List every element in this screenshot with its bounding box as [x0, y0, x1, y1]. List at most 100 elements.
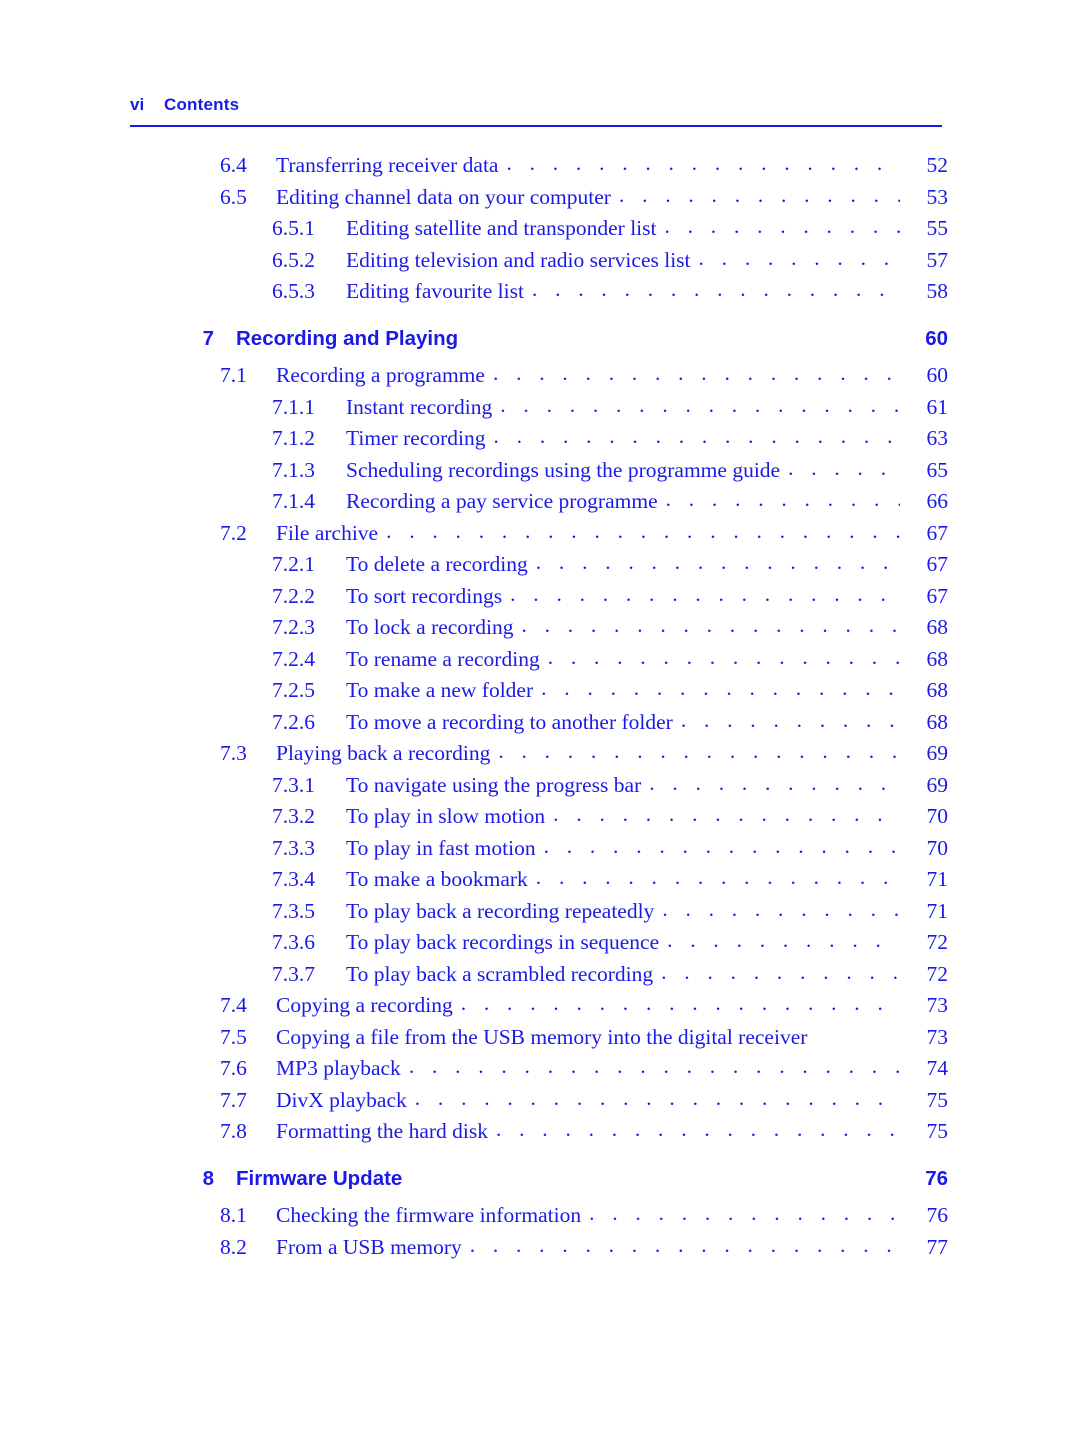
toc-entry[interactable]: 6.5.2 Editing television and radio servic… — [130, 247, 949, 272]
toc-entry[interactable]: 7.4 Copying a recording 73 — [130, 993, 949, 1017]
toc-entry[interactable]: 7.1.1 Instant recording 61 — [130, 394, 948, 419]
toc-entry-title: Copying a file from the USB memory into … — [276, 1024, 808, 1049]
toc-leader-dots — [470, 1235, 900, 1257]
toc-entry-title: To navigate using the progress bar — [346, 772, 642, 797]
toc-leader-dots — [541, 678, 900, 700]
toc-entry-number: 7.3.6 — [272, 930, 315, 954]
toc-entry-title: Instant recording — [346, 394, 493, 419]
toc-entry[interactable]: 7.3.5 To play back a recording repeatedly… — [130, 898, 949, 923]
toc-entry[interactable]: 8.1 Checking the firmware information 76 — [130, 1203, 949, 1227]
toc-entry-number: 7.3.1 — [272, 772, 315, 797]
toc-leader-dots — [521, 615, 900, 637]
toc-entry-title: Recording and Playing — [236, 326, 459, 350]
toc-entry-page: 67 — [926, 552, 949, 576]
toc-entry[interactable]: 7.1.4 Recording a pay service programme 66 — [130, 489, 948, 513]
toc-entry[interactable]: 7.3.3 To play in fast motion 70 — [130, 835, 949, 860]
toc-entry[interactable]: 7.5 Copying a file from the USB memory in… — [130, 1024, 949, 1049]
toc-entry-page: 73 — [926, 993, 949, 1017]
toc-entry-number: 7.1.3 — [272, 457, 315, 482]
toc-entry[interactable]: 7.3.6 To play back recordings in sequence… — [130, 930, 948, 954]
toc-leader-dots — [699, 248, 900, 270]
running-head-title: Contents — [164, 95, 240, 114]
toc-leader-dots — [681, 710, 900, 732]
toc-leader-dots — [409, 1056, 900, 1078]
toc-leader-dots — [665, 216, 901, 238]
toc-entry-number: 8 — [202, 1166, 214, 1190]
toc-entry-title: File archive — [276, 520, 379, 545]
toc-entry-title: To play in slow motion — [346, 804, 546, 828]
toc-entry-number: 8.1 — [220, 1203, 247, 1227]
toc-entry[interactable]: 7.2.1 To delete a recording 67 — [130, 552, 949, 576]
toc-entry[interactable]: 7.2.2 To sort recordings 67 — [130, 583, 949, 608]
toc-leader-dots — [662, 899, 900, 921]
toc-entry-number: 7.6 — [220, 1056, 247, 1080]
toc-entry[interactable]: 6.5.1 Editing satellite and transponder l… — [130, 216, 948, 240]
toc-entry-page: 57 — [926, 247, 949, 272]
toc-entry-title: DivX playback — [276, 1087, 407, 1112]
toc-entry-page: 67 — [926, 583, 949, 608]
toc-entry-number: 7.2.2 — [272, 583, 315, 608]
toc-entry[interactable]: 7.3.2 To play in slow motion 70 — [130, 804, 948, 828]
toc-entry[interactable]: 8.2 From a USB memory 77 — [130, 1234, 948, 1259]
toc-entry-page: 68 — [926, 646, 949, 671]
toc-entry-number: 7.2.6 — [272, 709, 315, 734]
toc-leader-dots — [500, 395, 900, 417]
toc-leader-dots — [536, 552, 900, 574]
toc-entry[interactable]: 7.2.6 To move a recording to another fold… — [130, 709, 948, 734]
toc-entry-page: 70 — [926, 835, 949, 860]
toc-entry[interactable]: 7.2 File archive 67 — [130, 520, 949, 545]
toc-entry[interactable]: 7.3.7 To play back a scrambled recording 7… — [130, 962, 948, 986]
toc-entry-number: 7.5 — [220, 1024, 247, 1049]
toc-leader-dots — [619, 185, 900, 207]
toc-entry[interactable]: 7.1.3 Scheduling recordings using the pro… — [130, 457, 948, 482]
toc-entry[interactable]: 7.6 MP3 playback 74 — [130, 1056, 948, 1080]
toc-entry[interactable]: 7.2.5 To make a new folder 68 — [130, 678, 948, 702]
toc-entry[interactable]: 7.3.1 To navigate using the progress bar 6… — [130, 772, 948, 797]
toc-entry[interactable]: 7.3.4 To make a bookmark 71 — [130, 867, 949, 891]
toc-entry[interactable]: 7.3 Playing back a recording 69 — [130, 741, 948, 765]
toc-entry-number: 7.3.4 — [272, 867, 315, 891]
toc-entry-page: 67 — [926, 520, 949, 545]
toc-entry[interactable]: 7.2.3 To lock a recording 68 — [130, 615, 948, 639]
toc-leader-dots — [506, 153, 900, 175]
toc-leader-dots — [661, 962, 900, 984]
toc-entry[interactable]: 6.5 Editing channel data on your computer… — [130, 185, 948, 209]
toc-entry-title: Timer recording — [346, 426, 486, 450]
toc-leader-dots — [493, 363, 900, 385]
toc-entry[interactable]: 6.5.3 Editing favourite list 58 — [130, 279, 948, 303]
toc-entry-number: 8.2 — [220, 1234, 247, 1259]
toc-entry-title: Recording a pay service programme — [346, 489, 658, 513]
toc-entry-title: Formatting the hard disk — [276, 1119, 488, 1143]
toc-entry-title: Editing television and radio services li… — [346, 247, 691, 272]
toc-entry-page: 76 — [926, 1203, 949, 1227]
toc-leader-dots — [544, 836, 900, 858]
toc-chapter-entry[interactable]: 8 Firmware Update 76 — [130, 1166, 948, 1190]
toc-entry[interactable]: 7.1 Recording a programme 60 — [130, 363, 949, 387]
toc-entry-number: 6.5.1 — [272, 216, 315, 240]
toc-entry-number: 7.2 — [220, 520, 247, 545]
toc-entry[interactable]: 7.7 DivX playback 75 — [130, 1087, 948, 1112]
toc-entry-page: 60 — [926, 363, 949, 387]
toc-leader-dots — [536, 867, 900, 889]
toc-entry-page: 71 — [926, 898, 949, 923]
toc-entry-page: 52 — [926, 153, 949, 177]
toc-entry[interactable]: 7.2.4 To rename a recording 68 — [130, 646, 949, 671]
toc-entry-title: From a USB memory — [276, 1234, 462, 1259]
toc-entry-page: 75 — [926, 1119, 949, 1143]
toc-entry-number: 7.2.1 — [272, 552, 315, 576]
toc-entry[interactable]: 7.8 Formatting the hard disk 75 — [130, 1119, 949, 1143]
toc-entry-number: 6.5.3 — [272, 279, 315, 303]
toc-entry-page: 71 — [926, 867, 949, 891]
toc-entry-number: 7 — [202, 326, 214, 350]
toc-leader-dots — [667, 930, 900, 952]
toc-entry-title: To make a new folder — [346, 678, 534, 702]
toc-entry-title: To lock a recording — [346, 615, 514, 639]
toc-chapter-entry[interactable]: 7 Recording and Playing 60 — [130, 326, 948, 350]
toc-entry-number: 6.4 — [220, 153, 247, 177]
toc-entry-page: 73 — [926, 1024, 949, 1049]
toc-entry-number: 7.3 — [220, 741, 247, 765]
toc-entry-title: Recording a programme — [276, 363, 485, 387]
toc-entry-number: 7.3.2 — [272, 804, 315, 828]
toc-entry[interactable]: 7.1.2 Timer recording 63 — [130, 426, 948, 450]
toc-entry[interactable]: 6.4 Transferring receiver data 52 — [130, 153, 949, 177]
